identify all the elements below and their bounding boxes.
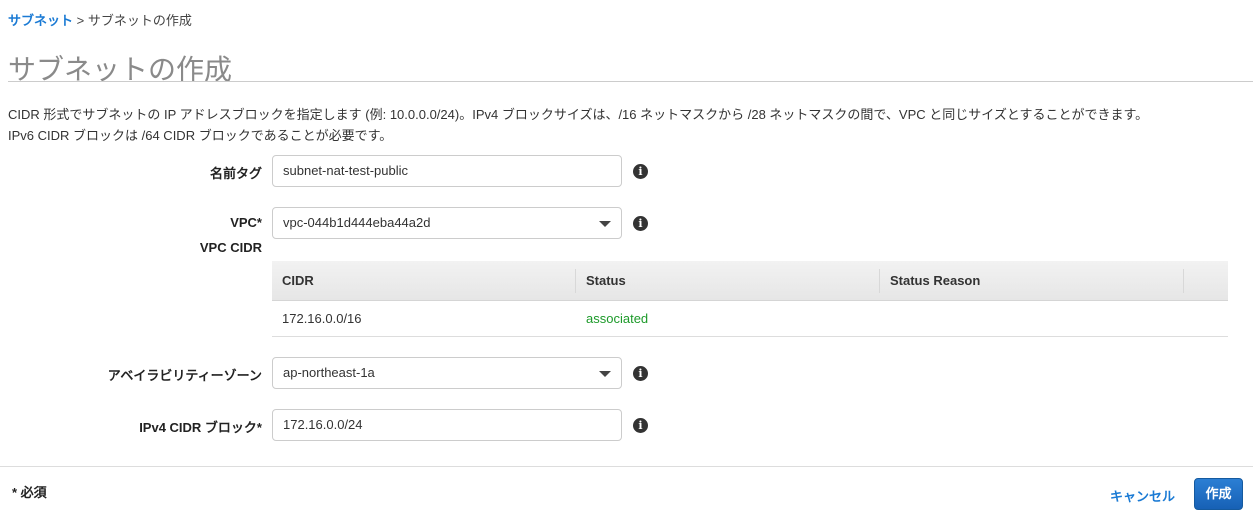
description-line: IPv6 CIDR ブロックは /64 CIDR ブロックであることが必要です。 (8, 128, 393, 143)
info-icon[interactable]: i (633, 216, 648, 231)
divider (0, 466, 1253, 467)
cell-cidr: 172.16.0.0/16 (282, 311, 362, 326)
name-tag-label: 名前タグ (209, 166, 262, 181)
info-icon[interactable]: i (633, 164, 648, 179)
divider (8, 81, 1253, 82)
az-select-value: ap-northeast-1a (283, 365, 375, 380)
vpc-select[interactable]: vpc-044b1d444eba44a2d (272, 207, 622, 239)
required-note: * 必須 (12, 485, 47, 500)
ipv4-cidr-input[interactable]: 172.16.0.0/24 (272, 409, 622, 441)
ipv4-cidr-label: IPv4 CIDR ブロック* (139, 420, 262, 435)
chevron-down-icon (599, 221, 611, 227)
vpc-label: VPC* (230, 215, 262, 230)
page-title: サブネットの作成 (8, 54, 233, 85)
description: CIDR 形式でサブネットの IP アドレスブロックを指定します (例: 10.… (8, 104, 1253, 146)
vpc-cidr-label: VPC CIDR (199, 240, 262, 255)
column-header-cidr: CIDR (272, 269, 576, 293)
info-icon[interactable]: i (633, 418, 648, 433)
chevron-down-icon (599, 371, 611, 377)
column-header-status-reason: Status Reason (880, 269, 1184, 293)
breadcrumb-current: サブネットの作成 (87, 13, 192, 28)
vpc-cidr-table: CIDR Status Status Reason 172.16.0.0/16 … (272, 261, 1228, 337)
breadcrumb-separator: > (76, 13, 85, 28)
az-select[interactable]: ap-northeast-1a (272, 357, 622, 389)
cancel-button[interactable]: キャンセル (1110, 486, 1175, 505)
create-button[interactable]: 作成 (1194, 478, 1243, 510)
description-line: CIDR 形式でサブネットの IP アドレスブロックを指定します (例: 10.… (8, 107, 1149, 122)
info-icon[interactable]: i (633, 366, 648, 381)
az-label: アベイラビリティーゾーン (107, 368, 262, 383)
column-header-status: Status (576, 269, 880, 293)
cell-status: associated (586, 311, 649, 326)
name-tag-input[interactable]: subnet-nat-test-public (272, 155, 622, 187)
table-row: 172.16.0.0/16 associated (272, 301, 1228, 337)
breadcrumb: サブネット > サブネットの作成 (8, 10, 192, 29)
vpc-select-value: vpc-044b1d444eba44a2d (283, 215, 431, 230)
breadcrumb-link-subnets[interactable]: サブネット (8, 13, 73, 28)
table-header: CIDR Status Status Reason (272, 261, 1228, 301)
